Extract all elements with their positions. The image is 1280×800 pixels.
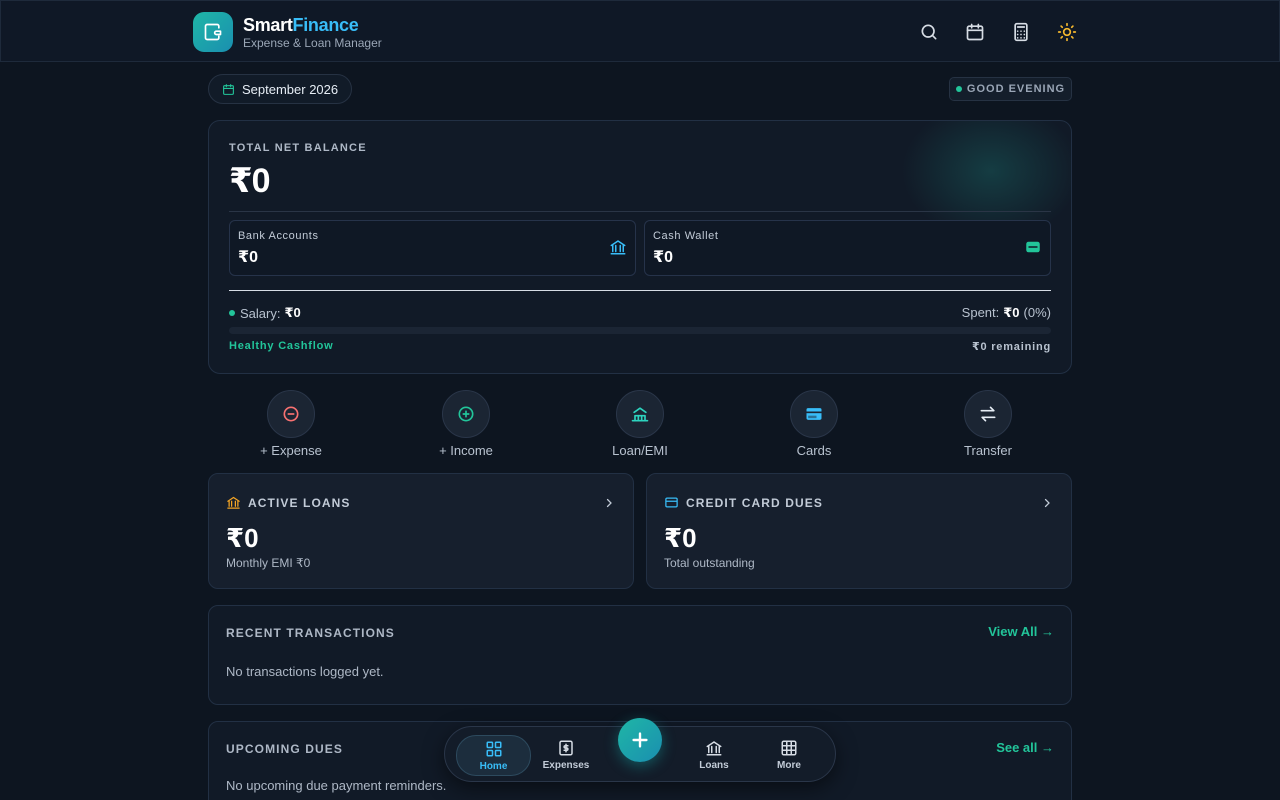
greeting-badge: GOOD EVENING [949,77,1072,101]
cash-wallet-box[interactable]: Cash Wallet ₹0 [644,220,1051,276]
cash-wallet-value: ₹0 [653,249,674,266]
salary-dot [229,310,235,316]
app-subtitle: Expense & Loan Manager [243,35,382,50]
see-all-link[interactable]: See all → [996,740,1054,755]
card-icon [790,390,838,438]
app-name-part2: Finance [292,14,359,35]
spent-summary: Spent: ₹0 (0%) [962,305,1051,321]
spending-progress-bar [229,327,1051,334]
month-selector[interactable]: September 2026 [208,74,353,104]
apps-icon [781,740,797,756]
calculator-icon[interactable] [1009,20,1033,44]
recent-transactions-panel: RECENT TRANSACTIONS View All → No transa… [208,605,1072,705]
chevron-right-icon[interactable] [1041,496,1053,514]
greeting-text: GOOD EVENING [966,83,1066,95]
total-balance-label: TOTAL NET BALANCE [229,142,367,154]
divider [229,211,1051,212]
bank-icon [706,741,722,756]
nav-expenses[interactable]: Expenses [529,727,603,783]
cards-button[interactable]: Cards [764,390,864,458]
remaining-amount: ₹0 remaining [972,341,1051,353]
wallet-logo-icon [193,12,233,52]
salary-label: Salary: [240,305,281,321]
bank-accounts-box[interactable]: Bank Accounts ₹0 [229,220,636,276]
nav-expenses-label: Expenses [542,760,590,771]
wallet-icon [1024,238,1042,261]
app-name-part1: Smart [243,14,293,35]
nav-loans-label: Loans [699,760,729,771]
app-name: SmartFinance [243,14,382,36]
credit-card-dues-value: ₹0 [664,523,697,553]
nav-more[interactable]: More [752,727,826,783]
nav-home-label: Home [479,760,508,772]
plus-icon [632,732,648,748]
credit-card-dues-title: CREDIT CARD DUES [686,495,823,510]
active-loans-title: ACTIVE LOANS [248,495,351,510]
spent-percent: (0%) [1023,305,1051,320]
card-icon [665,497,678,508]
dues-empty-message: No upcoming due payment reminders. [226,778,447,793]
salary-summary: Salary: ₹0 [229,305,301,321]
loan-hand-icon [616,390,664,438]
status-dot [955,86,962,92]
search-icon[interactable] [917,20,941,44]
calendar-icon[interactable] [963,20,987,44]
month-label: September 2026 [242,81,339,97]
total-balance-value: ₹0 [229,162,271,200]
add-expense-button[interactable]: + Expense [241,390,341,458]
spent-label: Spent: [961,305,1000,320]
nav-more-label: More [777,760,801,771]
transfer-icon [964,390,1012,438]
nav-loans[interactable]: Loans [677,727,751,783]
plus-circle-icon [442,390,490,438]
calendar-small-icon [223,83,234,95]
active-loans-value: ₹0 [226,523,259,553]
total-outstanding-text: Total outstanding [664,556,755,570]
salary-value: ₹0 [284,305,301,320]
loan-emi-label: Loan/EMI [612,443,668,458]
bank-icon [227,496,240,509]
bank-icon [609,238,627,261]
balance-card: TOTAL NET BALANCE ₹0 Bank Accounts ₹0 Ca… [208,120,1072,374]
cash-wallet-label: Cash Wallet [653,230,719,242]
transfer-label: Transfer [964,443,1012,458]
upcoming-dues-title: UPCOMING DUES [226,742,343,756]
loan-emi-button[interactable]: Loan/EMI [590,390,690,458]
monthly-emi-text: Monthly EMI ₹0 [226,556,311,570]
cards-label: Cards [796,443,832,458]
add-expense-label: + Expense [260,443,322,458]
grid-icon [486,741,501,756]
active-loans-card[interactable]: ACTIVE LOANS ₹0 Monthly EMI ₹0 [208,473,634,589]
recent-transactions-title: RECENT TRANSACTIONS [226,626,395,640]
add-transaction-fab[interactable] [618,718,662,762]
add-income-button[interactable]: + Income [416,390,516,458]
bank-accounts-value: ₹0 [238,249,259,266]
nav-home[interactable]: Home [456,735,531,776]
bank-accounts-label: Bank Accounts [238,230,319,242]
credit-card-dues-card[interactable]: CREDIT CARD DUES ₹0 Total outstanding [646,473,1072,589]
brand[interactable]: SmartFinance Expense & Loan Manager [193,12,382,52]
sun-icon[interactable] [1055,20,1079,44]
view-all-link[interactable]: View All → [988,624,1054,639]
add-income-label: + Income [439,443,493,458]
divider [229,290,1051,291]
receipt-icon [559,740,573,756]
transfer-button[interactable]: Transfer [938,390,1038,458]
transactions-empty-message: No transactions logged yet. [226,664,384,679]
top-bar: SmartFinance Expense & Loan Manager [0,0,1280,62]
quick-actions: + Expense + Income Loan/EMI Cards Transf… [208,390,1072,460]
chevron-right-icon[interactable] [603,496,615,514]
minus-circle-icon [267,390,315,438]
cashflow-status: Healthy Cashflow [229,340,334,352]
spent-value: ₹0 [1003,305,1020,320]
